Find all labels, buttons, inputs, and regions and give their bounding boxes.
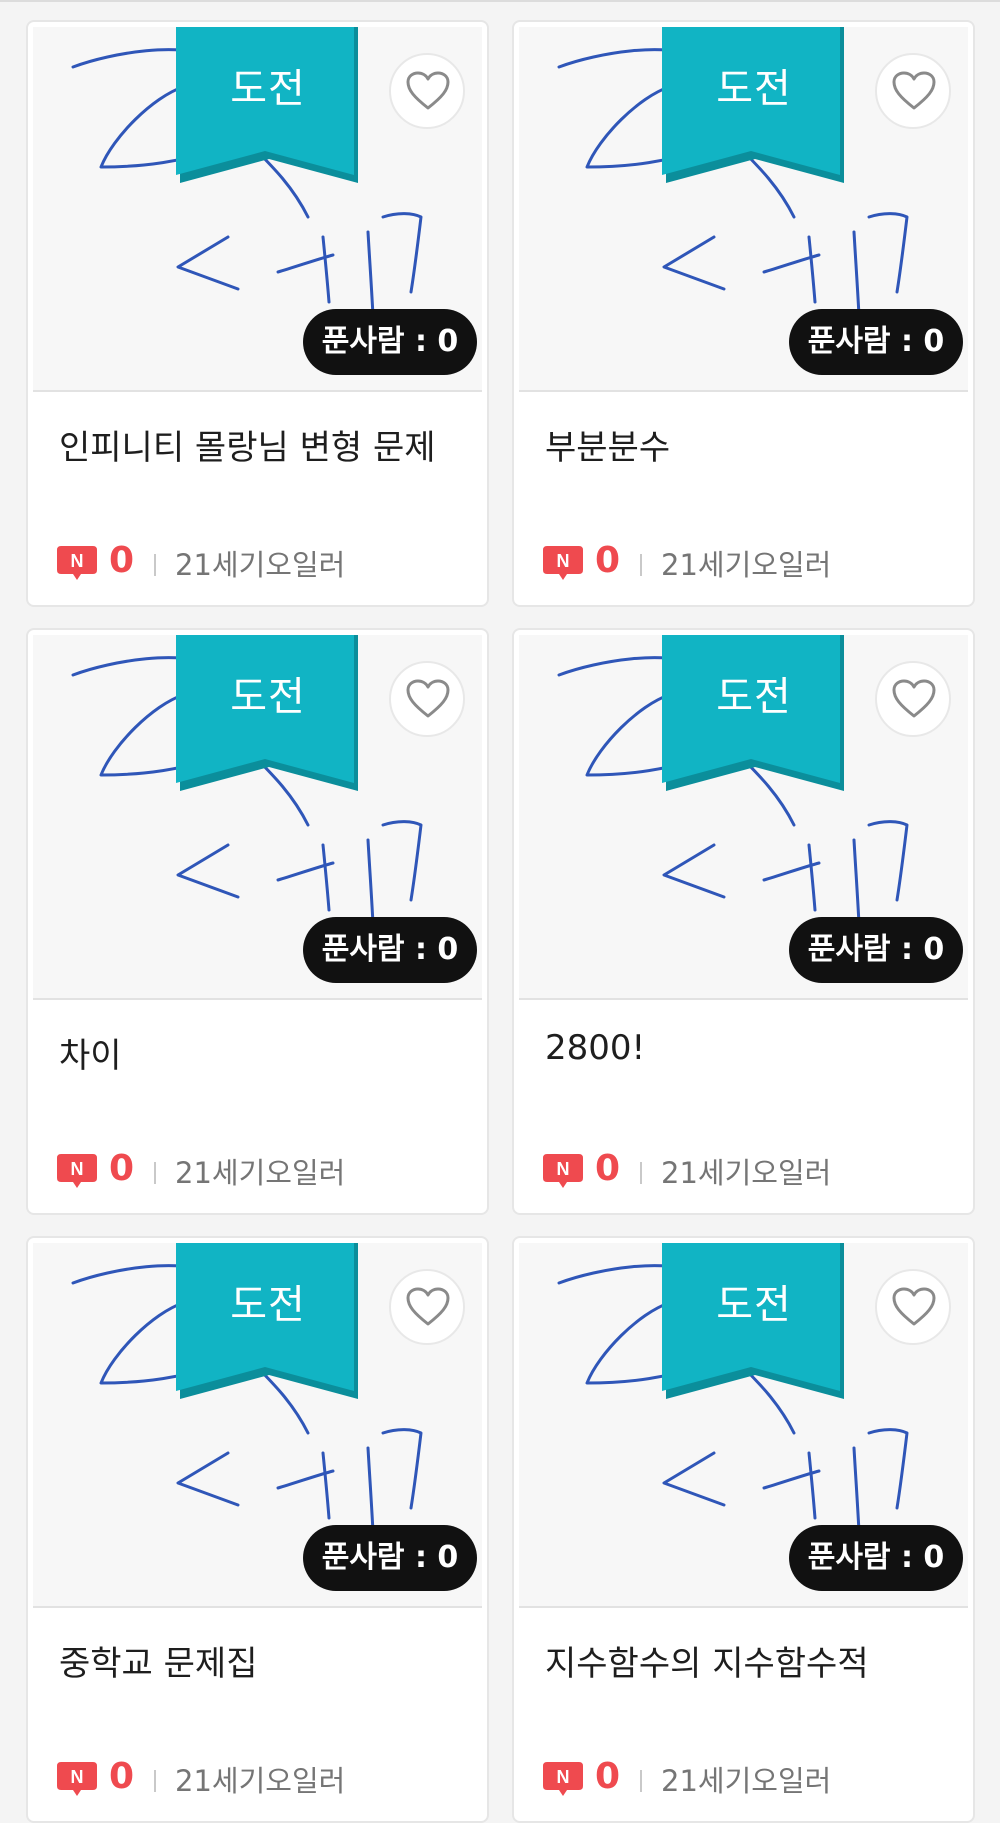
challenge-ribbon-label: 도전 — [716, 66, 792, 112]
heart-outline-icon — [892, 679, 936, 718]
solver-count-pill: 푼사람 : 0 — [303, 917, 477, 983]
new-comment-badge-icon: N — [543, 546, 583, 580]
meta-divider — [154, 1162, 156, 1184]
problem-title[interactable]: 부분분수 — [545, 420, 955, 469]
meta-divider — [640, 554, 642, 576]
card-meta: N 0 21세기오일러 — [543, 540, 963, 584]
comment-count: 0 — [109, 1756, 135, 1797]
svg-text:N: N — [557, 1159, 570, 1179]
solver-count-pill: 푼사람 : 0 — [303, 309, 477, 375]
favorite-button[interactable] — [875, 53, 951, 129]
heart-outline-icon — [406, 71, 450, 110]
new-comment-badge-icon: N — [57, 1762, 97, 1796]
challenge-ribbon — [662, 635, 844, 791]
problem-card[interactable]: 도전 푼사람 : 0 차이 N 0 21세기오일러 — [26, 628, 489, 1215]
problem-card[interactable]: 도전 푼사람 : 0 인피니티 몰랑님 변형 문제 N 0 21세기오일러 — [26, 20, 489, 607]
heart-outline-icon — [406, 1287, 450, 1326]
problem-title[interactable]: 차이 — [59, 1028, 469, 1077]
problem-title[interactable]: 2800! — [545, 1028, 955, 1068]
comment-count: 0 — [595, 540, 621, 581]
svg-text:N: N — [557, 1767, 570, 1787]
svg-text:N: N — [71, 1159, 84, 1179]
card-meta: N 0 21세기오일러 — [543, 1756, 963, 1800]
challenge-ribbon — [662, 1243, 844, 1399]
author-name[interactable]: 21세기오일러 — [661, 1758, 831, 1800]
favorite-button[interactable] — [389, 661, 465, 737]
problem-thumbnail[interactable]: 도전 푼사람 : 0 — [519, 27, 968, 392]
solver-count-pill: 푼사람 : 0 — [789, 1525, 963, 1591]
challenge-ribbon-label: 도전 — [230, 1282, 306, 1328]
svg-text:N: N — [557, 551, 570, 571]
author-name[interactable]: 21세기오일러 — [661, 1150, 831, 1192]
new-comment-badge-icon: N — [57, 1154, 97, 1188]
card-meta: N 0 21세기오일러 — [57, 1756, 477, 1800]
new-comment-badge-icon: N — [543, 1762, 583, 1796]
favorite-button[interactable] — [389, 53, 465, 129]
problem-thumbnail[interactable]: 도전 푼사람 : 0 — [33, 635, 482, 1000]
meta-divider — [640, 1162, 642, 1184]
problem-thumbnail[interactable]: 도전 푼사람 : 0 — [33, 1243, 482, 1608]
favorite-button[interactable] — [389, 1269, 465, 1345]
card-meta: N 0 21세기오일러 — [57, 1148, 477, 1192]
problem-title[interactable]: 지수함수의 지수함수적 — [545, 1636, 955, 1685]
meta-divider — [640, 1770, 642, 1792]
problem-card[interactable]: 도전 푼사람 : 0 지수함수의 지수함수적 N 0 21세기오일러 — [512, 1236, 975, 1823]
author-name[interactable]: 21세기오일러 — [175, 542, 345, 584]
comment-count: 0 — [595, 1148, 621, 1189]
card-meta: N 0 21세기오일러 — [57, 540, 477, 584]
problem-thumbnail[interactable]: 도전 푼사람 : 0 — [519, 1243, 968, 1608]
challenge-ribbon — [176, 27, 358, 183]
solver-count-pill: 푼사람 : 0 — [789, 917, 963, 983]
favorite-button[interactable] — [875, 1269, 951, 1345]
problem-title[interactable]: 중학교 문제집 — [59, 1636, 469, 1685]
challenge-ribbon — [176, 1243, 358, 1399]
solver-count-pill: 푼사람 : 0 — [789, 309, 963, 375]
author-name[interactable]: 21세기오일러 — [175, 1758, 345, 1800]
problem-card[interactable]: 도전 푼사람 : 0 2800! N 0 21세기오일러 — [512, 628, 975, 1215]
challenge-ribbon — [662, 27, 844, 183]
comment-count: 0 — [595, 1756, 621, 1797]
problem-title[interactable]: 인피니티 몰랑님 변형 문제 — [59, 420, 469, 469]
top-divider — [0, 0, 1000, 2]
heart-outline-icon — [406, 679, 450, 718]
new-comment-badge-icon: N — [543, 1154, 583, 1188]
heart-outline-icon — [892, 1287, 936, 1326]
meta-divider — [154, 1770, 156, 1792]
author-name[interactable]: 21세기오일러 — [661, 542, 831, 584]
author-name[interactable]: 21세기오일러 — [175, 1150, 345, 1192]
svg-text:N: N — [71, 551, 84, 571]
meta-divider — [154, 554, 156, 576]
heart-outline-icon — [892, 71, 936, 110]
problem-card[interactable]: 도전 푼사람 : 0 부분분수 N 0 21세기오일러 — [512, 20, 975, 607]
problem-thumbnail[interactable]: 도전 푼사람 : 0 — [519, 635, 968, 1000]
problem-thumbnail[interactable]: 도전 푼사람 : 0 — [33, 27, 482, 392]
svg-text:N: N — [71, 1767, 84, 1787]
challenge-ribbon-label: 도전 — [716, 674, 792, 720]
comment-count: 0 — [109, 540, 135, 581]
challenge-ribbon-label: 도전 — [230, 66, 306, 112]
card-meta: N 0 21세기오일러 — [543, 1148, 963, 1192]
problem-card[interactable]: 도전 푼사람 : 0 중학교 문제집 N 0 21세기오일러 — [26, 1236, 489, 1823]
challenge-ribbon-label: 도전 — [716, 1282, 792, 1328]
new-comment-badge-icon: N — [57, 546, 97, 580]
challenge-ribbon — [176, 635, 358, 791]
comment-count: 0 — [109, 1148, 135, 1189]
solver-count-pill: 푼사람 : 0 — [303, 1525, 477, 1591]
favorite-button[interactable] — [875, 661, 951, 737]
challenge-ribbon-label: 도전 — [230, 674, 306, 720]
